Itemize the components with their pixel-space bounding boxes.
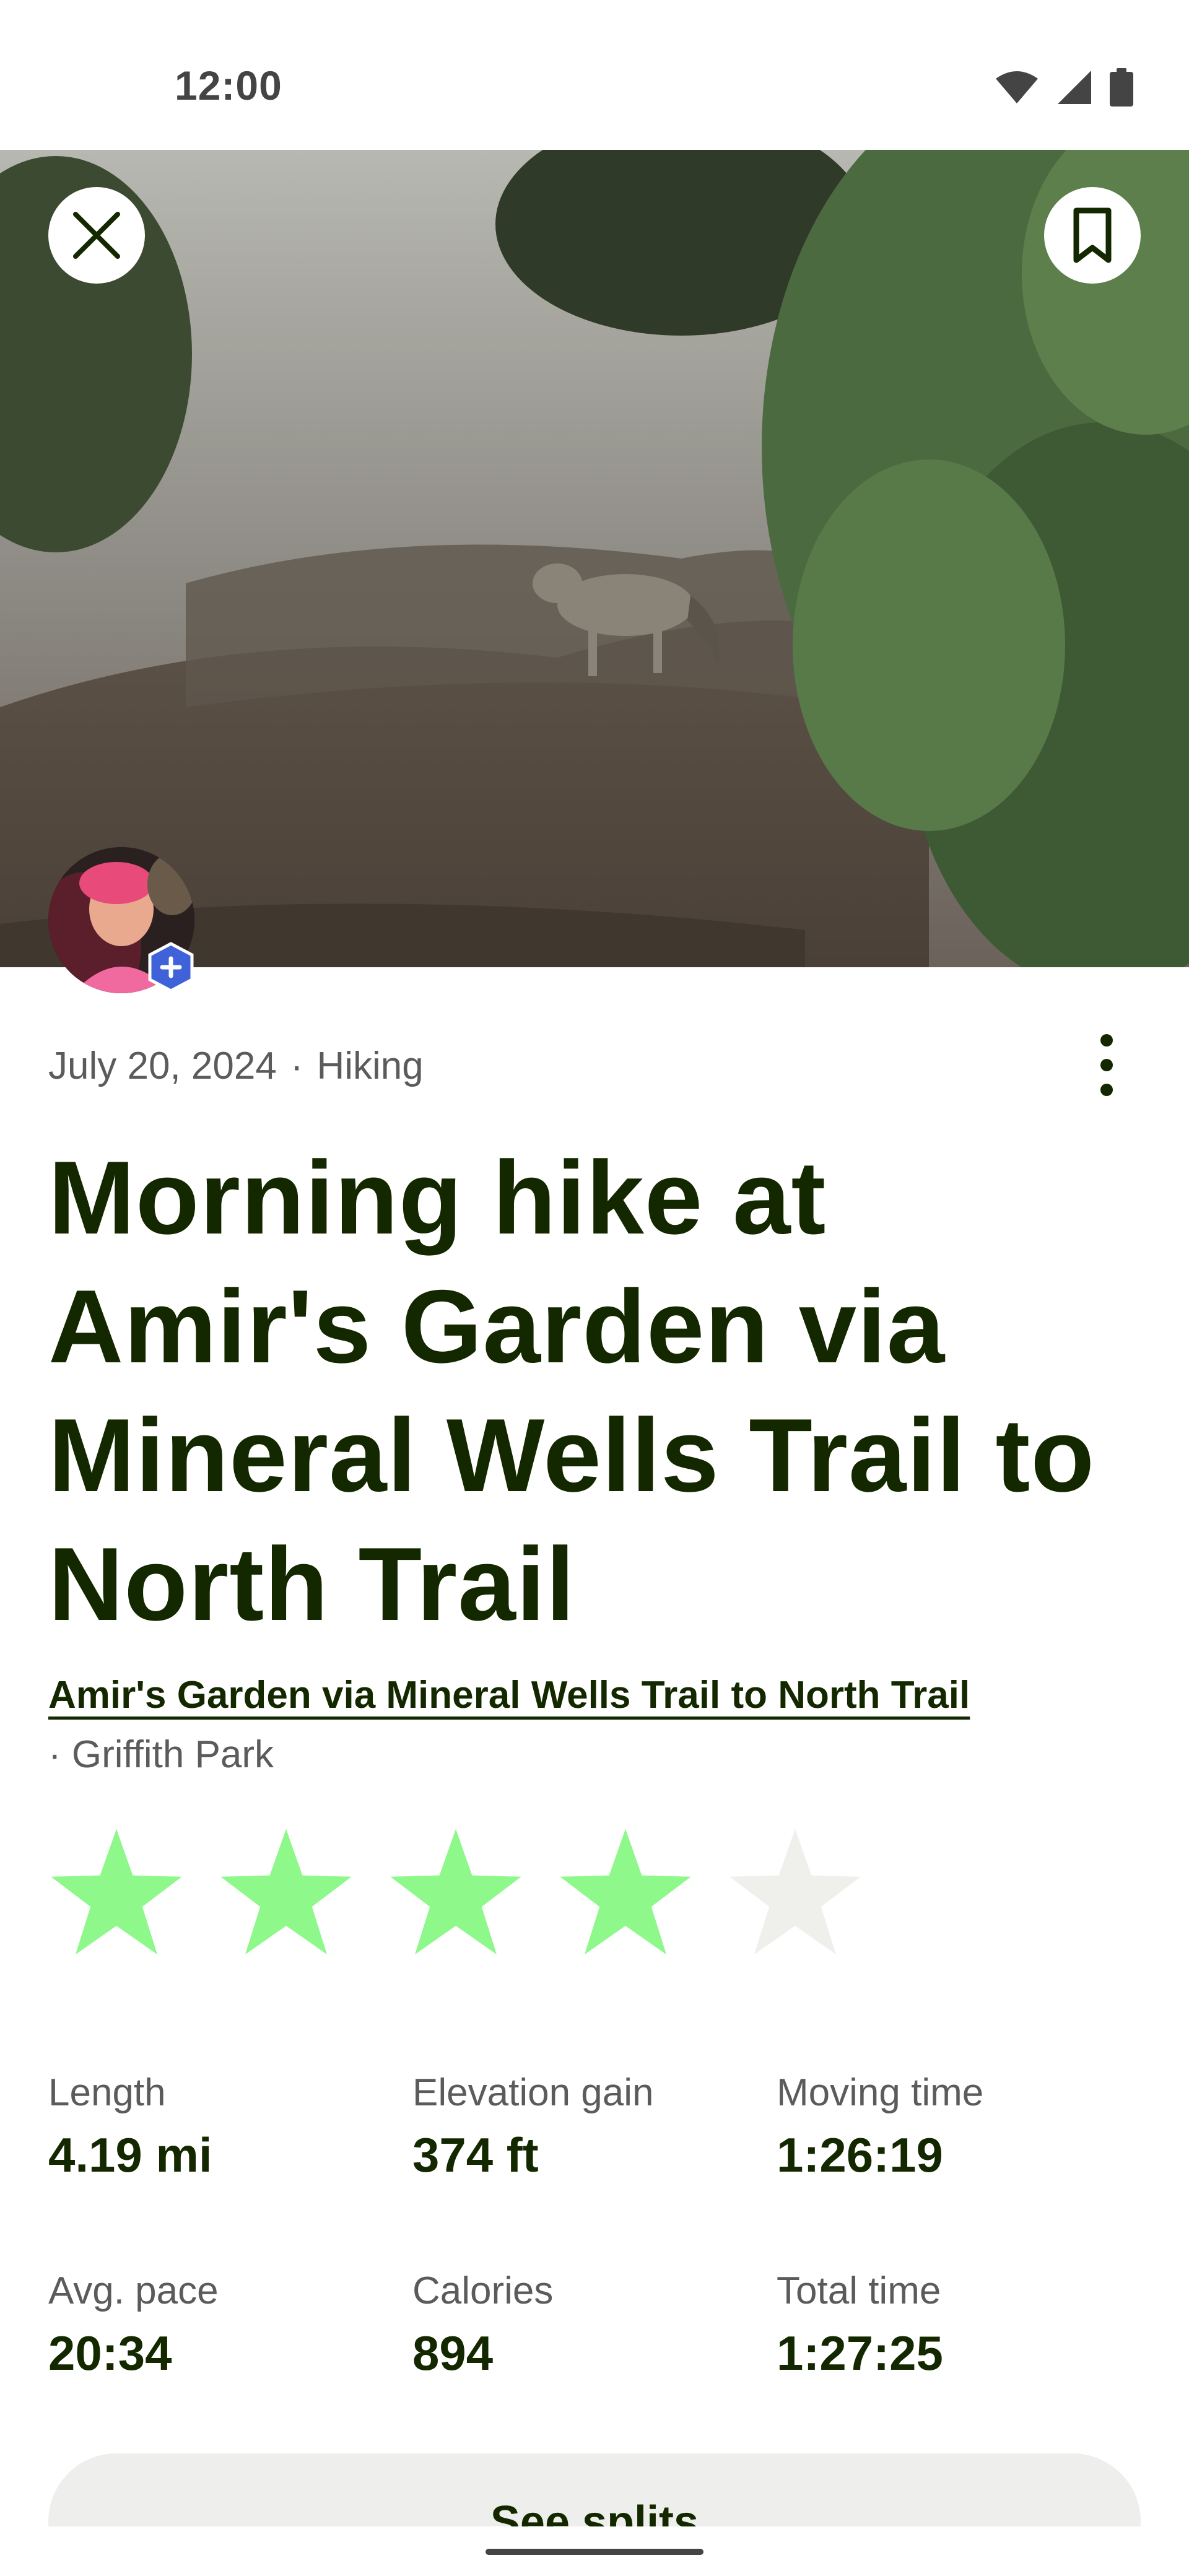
stat-value: 894 (412, 2326, 494, 2380)
trail-info: Amir's Garden via Mineral Wells Trail to… (48, 1666, 977, 1785)
wifi-icon (996, 71, 1038, 103)
stat-value: 20:34 (48, 2326, 172, 2380)
hero-image (0, 150, 1189, 967)
stat-label: Elevation gain (412, 2071, 654, 2114)
status-time: 12:00 (175, 63, 282, 108)
more-vertical-icon-dot (1100, 1084, 1113, 1096)
activity-meta: July 20, 2024 · Hiking (48, 1044, 424, 1088)
close-button[interactable] (48, 187, 145, 284)
cellular-signal-icon (1058, 71, 1091, 104)
star-filled-icon[interactable] (218, 1825, 354, 1958)
stat-value: 4.19 mi (48, 2128, 212, 2182)
battery-icon (1110, 68, 1133, 107)
stat-calories: Calories 894 (412, 2266, 777, 2384)
trail-separator: · (48, 1733, 61, 1776)
stat-label: Moving time (777, 2071, 984, 2114)
park-name: Griffith Park (71, 1733, 274, 1776)
stat-label: Total time (777, 2269, 941, 2312)
meta-separator: · (290, 1045, 303, 1087)
bookmark-icon (1073, 207, 1112, 263)
stat-label: Calories (412, 2269, 554, 2312)
stat-value: 1:26:19 (777, 2128, 943, 2182)
star-filled-icon[interactable] (48, 1825, 185, 1958)
more-vertical-icon-dot (1100, 1034, 1113, 1046)
activity-type: Hiking (316, 1045, 424, 1087)
stat-value: 374 ft (412, 2128, 539, 2182)
activity-date: July 20, 2024 (48, 1045, 277, 1087)
hero-photo (0, 150, 1189, 967)
stat-label: Length (48, 2071, 166, 2114)
activity-title: Morning hike at Amir's Garden via Minera… (48, 1139, 1095, 1642)
star-empty-icon[interactable] (727, 1825, 863, 1958)
status-bar: 12:00 (0, 0, 1189, 150)
stat-avg-pace: Avg. pace 20:34 (48, 2266, 412, 2384)
more-vertical-icon-dot (1100, 1059, 1113, 1071)
stat-value: 1:27:25 (777, 2326, 943, 2380)
stat-length: Length 4.19 mi (48, 2068, 412, 2186)
stats-grid: Length 4.19 mi Elevation gain 374 ft Mov… (48, 2068, 1151, 2384)
plus-member-badge-icon (148, 942, 194, 993)
stat-moving-time: Moving time 1:26:19 (777, 2068, 1141, 2186)
stat-label: Avg. pace (48, 2269, 219, 2312)
more-options-button[interactable] (1073, 1028, 1141, 1102)
stat-elevation-gain: Elevation gain 374 ft (412, 2068, 777, 2186)
star-filled-icon[interactable] (557, 1825, 694, 1958)
stat-total-time: Total time 1:27:25 (777, 2266, 1141, 2384)
user-avatar[interactable] (48, 847, 194, 993)
bookmark-button[interactable] (1044, 187, 1141, 284)
star-filled-icon[interactable] (388, 1825, 524, 1958)
home-indicator[interactable] (486, 2549, 703, 2555)
close-icon (73, 212, 120, 259)
trail-link[interactable]: Amir's Garden via Mineral Wells Trail to… (48, 1674, 970, 1717)
rating-stars[interactable] (48, 1825, 863, 1958)
status-icons (995, 68, 1133, 107)
